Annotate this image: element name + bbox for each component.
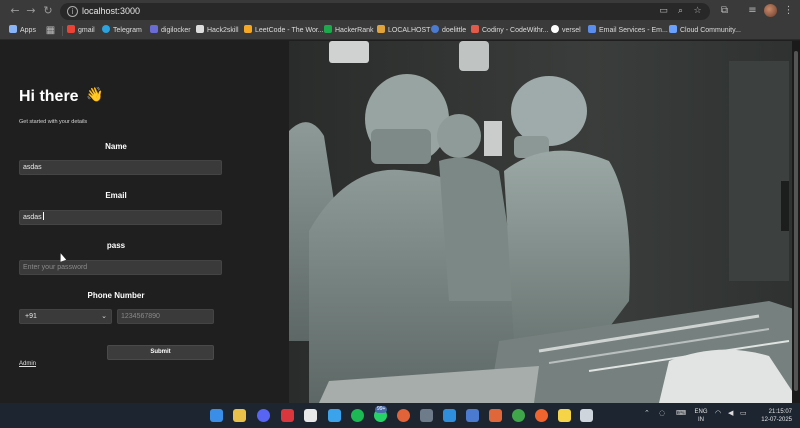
bookmark-hackerrank[interactable]: HackerRank xyxy=(324,25,374,37)
wifi-icon[interactable]: ◠ xyxy=(715,409,721,417)
bookmark-doelittle[interactable]: doelittle xyxy=(431,25,466,37)
mongodb-icon[interactable] xyxy=(512,409,525,422)
grid-icon[interactable]: ▦ xyxy=(44,24,57,37)
password-label: pass xyxy=(106,241,126,250)
doelittle-icon xyxy=(431,25,439,33)
country-code-select[interactable]: +91 ⌄ xyxy=(19,309,112,324)
bookmark-localhost[interactable]: LOCALHOST xyxy=(377,25,430,37)
language-code: ENG xyxy=(694,409,708,415)
address-bar[interactable]: i localhost:3000 ▭ ⌕ ☆ xyxy=(60,3,710,20)
bookmark-versel[interactable]: versel xyxy=(551,25,581,37)
app-icon[interactable] xyxy=(466,409,479,422)
bookmark-apps[interactable]: Apps xyxy=(9,25,36,37)
email-label: Email xyxy=(105,191,127,200)
cloud-icon xyxy=(669,25,677,33)
name-input[interactable]: asdas xyxy=(19,160,222,175)
vscode-icon[interactable] xyxy=(443,409,456,422)
start-icon[interactable] xyxy=(210,409,223,422)
page-content: Hi there 👋 Get started with your details… xyxy=(0,41,800,403)
phone-label: Phone Number xyxy=(87,291,145,300)
profile-avatar[interactable] xyxy=(764,4,777,17)
email-services-icon xyxy=(588,25,596,33)
bookmark-star-icon[interactable]: ☆ xyxy=(692,6,703,17)
email-input[interactable]: asdas xyxy=(19,210,222,225)
menu-icon[interactable]: ⋮ xyxy=(782,4,795,17)
copilot-icon[interactable]: ◌ xyxy=(659,409,665,417)
wave-emoji: 👋 xyxy=(86,87,104,103)
surgery-illustration xyxy=(289,41,800,403)
browser-icon[interactable] xyxy=(328,409,341,422)
region-code: IN xyxy=(698,417,704,423)
notification-badge: 99+ xyxy=(375,406,388,413)
address-url[interactable]: localhost:3000 xyxy=(82,6,140,16)
keyboard-icon[interactable]: ⌨ xyxy=(676,409,686,417)
chrome-icon[interactable] xyxy=(397,409,410,422)
bookmark-separator xyxy=(62,26,63,36)
cast-icon[interactable]: ▭ xyxy=(658,6,669,17)
submit-button[interactable]: Submit xyxy=(107,345,214,360)
notes-icon[interactable] xyxy=(558,409,571,422)
page-subtitle: Get started with your details xyxy=(19,119,88,125)
extensions-icon[interactable]: ⧉ xyxy=(718,4,731,17)
hackerrank-icon xyxy=(324,25,332,33)
language-indicator[interactable]: ENG IN xyxy=(693,408,709,424)
scrollbar-thumb[interactable] xyxy=(794,51,798,391)
text-caret xyxy=(42,212,44,220)
gmail-icon xyxy=(67,25,75,33)
postman-icon[interactable] xyxy=(489,409,502,422)
battery-icon[interactable]: ▭ xyxy=(740,409,747,417)
volume-icon[interactable]: ◀ xyxy=(728,409,733,417)
email-value: asdas xyxy=(23,214,42,221)
signup-form-panel: Hi there 👋 Get started with your details… xyxy=(0,41,289,403)
back-icon[interactable]: ← xyxy=(8,4,22,18)
os-taskbar: 99+ ⌃ ◌ ⌨ ENG IN ◠ ◀ ▭ 21:15:07 12-07-20… xyxy=(0,403,800,428)
vercel-icon xyxy=(551,25,559,33)
site-info-icon[interactable]: i xyxy=(67,6,78,17)
bookmark-codiny[interactable]: Codiny - CodeWithr... xyxy=(471,25,549,37)
bookmark-gmail[interactable]: gmail xyxy=(67,25,95,37)
admin-link[interactable]: Admin xyxy=(19,361,36,367)
bookmarks-bar: Apps ▦ gmail Telegram digilocker Hack2sk… xyxy=(0,22,800,40)
name-label: Name xyxy=(105,142,127,151)
codiny-icon xyxy=(471,25,479,33)
snipping-tool-icon[interactable] xyxy=(580,409,593,422)
country-code-value: +91 xyxy=(25,313,37,320)
zoom-icon[interactable]: ⌕ xyxy=(675,6,686,17)
app-icon[interactable] xyxy=(281,409,294,422)
discord-icon[interactable] xyxy=(257,409,270,422)
bookmark-hack2skill[interactable]: Hack2skill xyxy=(196,25,239,37)
hero-image xyxy=(289,41,800,403)
browser-toolbar: ← → ↻ i localhost:3000 ▭ ⌕ ☆ ⧉ ≡ ⋮ xyxy=(0,0,800,22)
chevron-up-icon[interactable]: ⌃ xyxy=(644,409,650,417)
apps-grid-icon xyxy=(9,25,17,33)
folder-icon xyxy=(377,25,385,33)
bookmark-telegram[interactable]: Telegram xyxy=(102,25,142,37)
store-icon[interactable] xyxy=(304,409,317,422)
phone-input[interactable]: 1234567890 xyxy=(117,309,214,324)
page-title: Hi there xyxy=(19,88,79,105)
bookmark-digilocker[interactable]: digilocker xyxy=(150,25,191,37)
forward-icon[interactable]: → xyxy=(24,4,38,18)
file-explorer-icon[interactable] xyxy=(233,409,246,422)
digilocker-icon xyxy=(150,25,158,33)
clock[interactable]: 21:15:07 12-07-2025 xyxy=(756,408,792,424)
clock-date: 12-07-2025 xyxy=(761,417,792,423)
app-icon[interactable] xyxy=(420,409,433,422)
hack2skill-icon xyxy=(196,25,204,33)
bookmark-cloud-community[interactable]: Cloud Community... xyxy=(669,25,741,37)
leetcode-icon xyxy=(244,25,252,33)
clock-time: 21:15:07 xyxy=(768,409,792,415)
reload-icon[interactable]: ↻ xyxy=(41,4,55,18)
git-icon[interactable] xyxy=(535,409,548,422)
bookmark-email-services[interactable]: Email Services - Em... xyxy=(588,25,668,37)
bookmark-leetcode[interactable]: LeetCode - The Wor... xyxy=(244,25,324,37)
spotify-icon[interactable] xyxy=(351,409,364,422)
chevron-down-icon: ⌄ xyxy=(101,312,107,320)
tab-search-icon[interactable]: ≡ xyxy=(746,4,759,17)
telegram-icon xyxy=(102,25,110,33)
password-input[interactable]: Enter your password xyxy=(19,260,222,275)
